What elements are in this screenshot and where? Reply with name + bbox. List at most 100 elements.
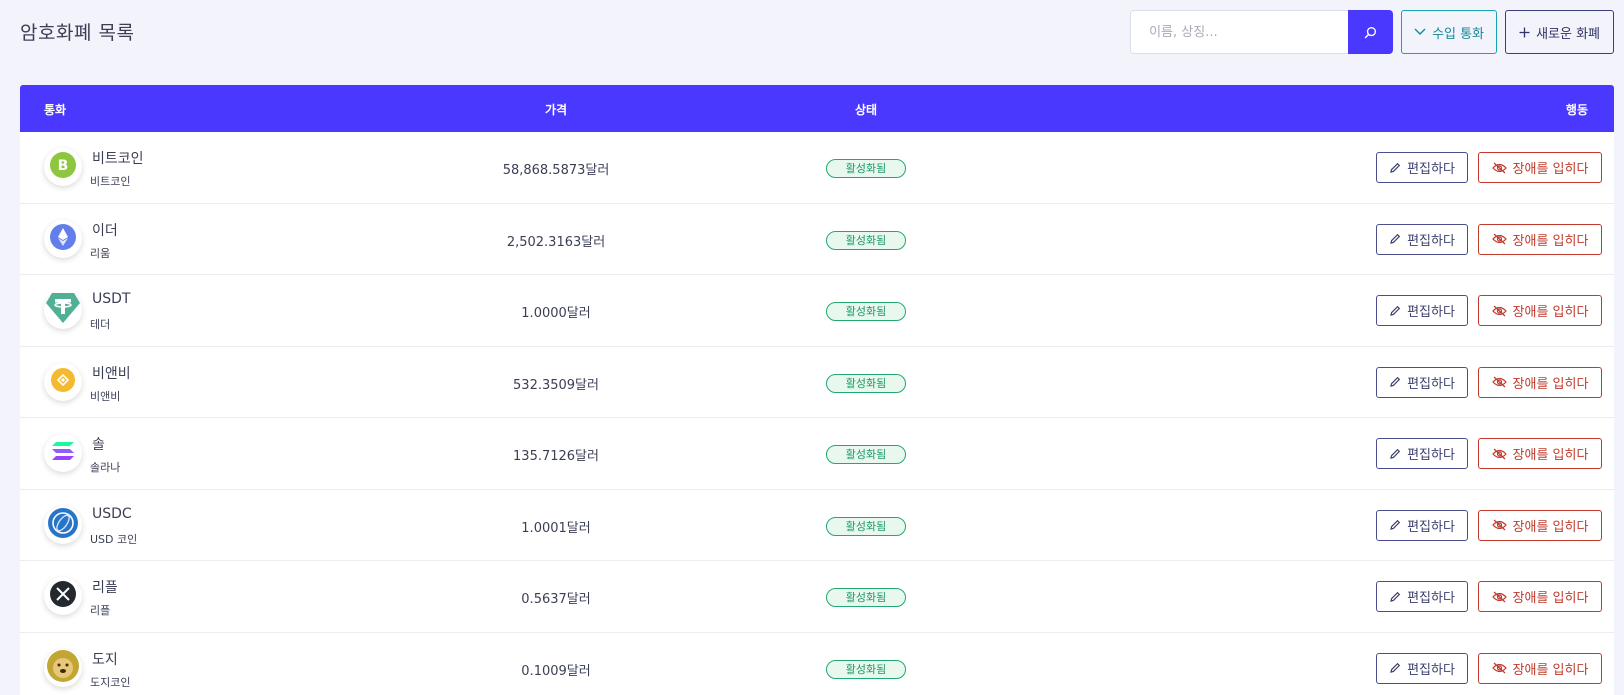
coin-name: USDC [92, 505, 132, 522]
edit-label: 편집하다 [1407, 233, 1455, 249]
coin-symbol: 도지코인 [90, 675, 131, 689]
table-row: USDC USD 코인 1.0001달러 활성화됨 편집하다 장애를 입히다 [20, 490, 1614, 561]
table-body: B 비트코인 비트코인 58,868.5873달러 활성화됨 편집하다 장애를 … [20, 132, 1614, 695]
disable-button[interactable]: 장애를 입히다 [1478, 366, 1602, 398]
header-price: 가격 [544, 103, 568, 117]
table-row: B 비트코인 비트코인 58,868.5873달러 활성화됨 편집하다 장애를 … [20, 132, 1614, 204]
disable-label: 장애를 입히다 [1512, 162, 1589, 177]
disable-label: 장애를 입히다 [1512, 591, 1589, 606]
edit-button[interactable]: 편집하다 [1376, 366, 1468, 398]
table-row: 이더 리움 2,502.3163달러 활성화됨 편집하다 장애를 입히다 [20, 204, 1614, 275]
status-badge: 활성화됨 [826, 159, 906, 178]
pencil-icon [1390, 519, 1401, 530]
status-badge: 활성화됨 [826, 230, 906, 250]
edit-button[interactable]: 편집하다 [1376, 581, 1468, 612]
eye-off-icon [1491, 233, 1507, 245]
bnb-icon [50, 367, 76, 397]
disable-button[interactable]: 장애를 입히다 [1478, 152, 1602, 183]
disable-label: 장애를 입히다 [1512, 448, 1589, 463]
disable-button[interactable]: 장애를 입히다 [1478, 581, 1602, 612]
coin-name: USDT [92, 291, 131, 307]
ethereum-icon [49, 223, 77, 255]
search-button[interactable] [1348, 10, 1394, 54]
edit-label: 편집하다 [1407, 376, 1455, 392]
disable-label: 장애를 입히다 [1512, 233, 1589, 249]
coin-price: 0.1009달러 [521, 663, 591, 679]
svg-text:B: B [58, 158, 69, 174]
edit-button[interactable]: 편집하다 [1376, 223, 1468, 255]
coin-symbol: 리플 [90, 604, 111, 617]
coin-price: 135.7126달러 [513, 449, 599, 464]
xrp-icon [49, 580, 77, 612]
edit-button[interactable]: 편집하다 [1376, 295, 1468, 326]
coin-symbol: 비트코인 [90, 175, 131, 188]
coin-name: 도지 [92, 651, 118, 668]
eye-off-icon [1491, 305, 1507, 316]
coin-name: 비앤비 [92, 365, 131, 382]
new-currency-button[interactable]: 새로운 화폐 [1505, 10, 1614, 54]
edit-label: 편집하다 [1407, 162, 1455, 177]
pencil-icon [1390, 305, 1401, 316]
header-currency: 통화 [44, 103, 67, 117]
disable-button[interactable]: 장애를 입히다 [1478, 223, 1602, 255]
page-title: 암호화폐 목록 [20, 22, 135, 44]
table-header: 통화 가격 상태 행동 [20, 85, 1614, 132]
edit-label: 편집하다 [1407, 519, 1455, 535]
edit-button[interactable]: 편집하다 [1376, 652, 1468, 684]
status-badge: 활성화됨 [826, 588, 906, 607]
search-icon [1364, 26, 1377, 38]
status-badge: 활성화됨 [826, 445, 906, 464]
pencil-icon [1390, 448, 1401, 459]
coin-avatar [44, 219, 82, 258]
coin-name: 리플 [92, 580, 118, 596]
new-currency-label: 새로운 화폐 [1536, 26, 1600, 42]
table-row: USDT 테더 1.0000달러 활성화됨 편집하다 장애를 입히다 [20, 275, 1614, 347]
disable-label: 장애를 입히다 [1512, 662, 1589, 678]
coin-price: 58,868.5873달러 [502, 163, 610, 178]
search-input[interactable] [1130, 10, 1349, 54]
disable-button[interactable]: 장애를 입히다 [1478, 438, 1602, 469]
coin-name: 비트코인 [92, 151, 144, 167]
bitcoin-cash-icon: B [49, 151, 77, 183]
edit-button[interactable]: 편집하다 [1376, 509, 1468, 541]
disable-button[interactable]: 장애를 입히다 [1478, 652, 1602, 684]
table-row: 리플 리플 0.5637달러 활성화됨 편집하다 장애를 입히다 [20, 561, 1614, 633]
dogecoin-icon [46, 649, 80, 687]
header-status: 상태 [854, 103, 878, 117]
status-badge: 활성화됨 [826, 373, 906, 393]
disable-button[interactable]: 장애를 입히다 [1478, 295, 1602, 326]
coin-symbol: USD 코인 [90, 532, 138, 546]
eye-off-icon [1491, 162, 1507, 173]
coin-avatar [44, 577, 82, 615]
edit-button[interactable]: 편집하다 [1376, 438, 1468, 469]
tether-icon [45, 291, 81, 329]
eye-off-icon [1491, 662, 1507, 674]
pencil-icon [1390, 162, 1401, 173]
disable-button[interactable]: 장애를 입히다 [1478, 509, 1602, 541]
pencil-icon [1390, 662, 1401, 673]
edit-button[interactable]: 편집하다 [1376, 152, 1468, 183]
coin-symbol: 솔라나 [90, 461, 121, 474]
solana-icon [51, 440, 75, 466]
table-row: 솔 솔라나 135.7126달러 활성화됨 편집하다 장애를 입히다 [20, 418, 1614, 490]
edit-label: 편집하다 [1407, 305, 1455, 320]
usdc-icon [47, 507, 79, 543]
coin-price: 1.0000달러 [521, 306, 591, 321]
coin-avatar [44, 648, 82, 687]
disable-label: 장애를 입히다 [1512, 305, 1589, 320]
chevron-down-icon [1414, 28, 1426, 35]
coin-price: 0.5637달러 [521, 592, 591, 607]
table-row: 비앤비 비앤비 532.3509달러 활성화됨 편집하다 장애를 입히다 [20, 347, 1614, 418]
coin-avatar [44, 505, 82, 544]
coin-name: 솔 [92, 437, 105, 453]
edit-label: 편집하다 [1407, 448, 1455, 463]
disable-label: 장애를 입히다 [1512, 376, 1589, 392]
status-badge: 활성화됨 [826, 516, 906, 536]
import-currency-button[interactable]: 수입 통화 [1401, 10, 1498, 54]
plus-icon [1519, 27, 1530, 37]
coin-price: 1.0001달러 [521, 520, 591, 536]
coin-price: 2,502.3163달러 [506, 234, 606, 250]
currency-table: 통화 가격 상태 행동 B 비트코인 비트코인 58,868.5873달러 활성… [20, 85, 1614, 695]
eye-off-icon [1491, 376, 1507, 388]
pencil-icon [1390, 233, 1401, 244]
